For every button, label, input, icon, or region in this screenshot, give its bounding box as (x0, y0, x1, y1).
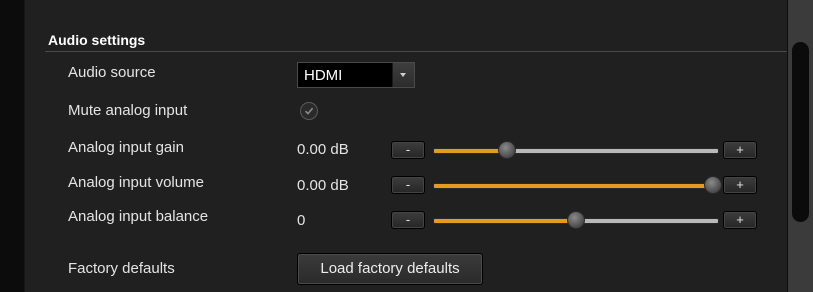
analog-input-balance-slider[interactable] (433, 210, 719, 230)
mute-analog-input-label: Mute analog input (68, 102, 188, 119)
factory-defaults-label: Factory defaults (68, 260, 175, 277)
analog-input-volume-value: 0.00 dB (297, 177, 349, 194)
check-icon (304, 107, 314, 115)
slider-track (433, 148, 719, 154)
slider-thumb[interactable] (498, 141, 517, 159)
analog-input-gain-value: 0.00 dB (297, 141, 349, 158)
analog-input-balance-increment-button[interactable]: + (723, 211, 757, 229)
analog-input-gain-slider[interactable] (433, 140, 719, 160)
slider-thumb[interactable] (567, 211, 585, 229)
chevron-down-icon (400, 73, 406, 77)
load-factory-defaults-button[interactable]: Load factory defaults (297, 253, 483, 285)
slider-track (433, 183, 719, 189)
section-divider (45, 51, 787, 52)
analog-input-balance-decrement-button[interactable]: - (391, 211, 425, 229)
section-title: Audio settings (48, 32, 146, 48)
analog-input-gain-increment-button[interactable]: + (723, 141, 757, 159)
analog-input-gain-label: Analog input gain (68, 139, 184, 156)
audio-source-dropdown-button[interactable] (392, 63, 414, 87)
scrollbar-thumb[interactable] (792, 42, 809, 222)
slider-fill (434, 219, 576, 223)
analog-input-volume-decrement-button[interactable]: - (391, 176, 425, 194)
slider-thumb[interactable] (704, 176, 723, 194)
slider-fill (434, 184, 713, 188)
analog-input-volume-increment-button[interactable]: + (723, 176, 757, 194)
analog-input-gain-decrement-button[interactable]: - (391, 141, 425, 159)
mute-analog-input-checkbox[interactable] (300, 102, 318, 120)
slider-fill (434, 149, 508, 153)
settings-panel: Audio settings Audio source HDMI Mute an… (24, 0, 787, 292)
analog-input-volume-label: Analog input volume (68, 174, 204, 191)
audio-source-label: Audio source (68, 64, 156, 81)
analog-input-balance-label: Analog input balance (68, 208, 209, 225)
audio-settings-page: Audio settings Audio source HDMI Mute an… (0, 0, 813, 292)
analog-input-volume-slider[interactable] (433, 175, 723, 195)
audio-source-select[interactable]: HDMI (297, 62, 415, 88)
analog-input-balance-value: 0 (297, 212, 306, 229)
audio-source-selected-value: HDMI (304, 67, 343, 84)
